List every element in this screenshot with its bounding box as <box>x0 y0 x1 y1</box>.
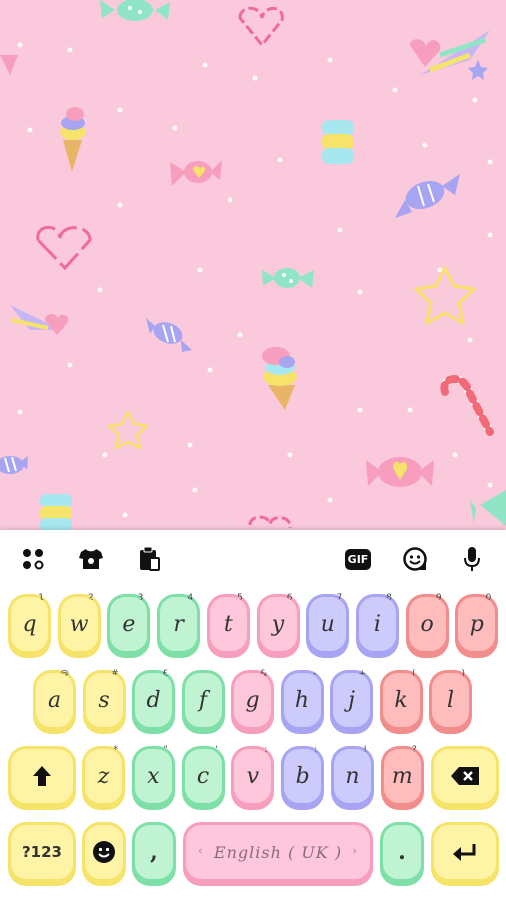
key-label: y <box>259 597 297 651</box>
key-label: m <box>383 749 421 803</box>
key-label: s <box>85 673 123 727</box>
keyboard-theme-preview-background <box>0 0 506 530</box>
key-h[interactable]: -h <box>280 669 324 734</box>
key-label: u <box>309 597 347 651</box>
key-label: b <box>284 749 322 803</box>
key-u[interactable]: 7u <box>306 593 350 658</box>
candy-pattern <box>0 0 506 530</box>
key-s[interactable]: #s <box>82 669 126 734</box>
keyboard-toolbar: GIF <box>0 530 506 586</box>
key-label: k <box>382 673 420 727</box>
emoji-smile-icon <box>93 841 115 863</box>
key-x[interactable]: " x <box>131 745 175 810</box>
key-label: v <box>234 749 272 803</box>
enter-key[interactable] <box>431 822 499 886</box>
candy-wrapper-mint <box>262 268 314 288</box>
candy-wrapper-purple <box>395 174 460 218</box>
marshmallow-2 <box>40 494 72 530</box>
key-label: o <box>408 597 446 651</box>
backspace-key[interactable] <box>431 746 499 810</box>
key-label: j <box>333 673 370 727</box>
key-w[interactable]: 2w <box>57 593 101 658</box>
key-z[interactable]: * z <box>82 745 125 810</box>
shooting-star <box>410 30 490 80</box>
key-d[interactable]: £ d <box>132 669 175 734</box>
candy-wrapper-teal <box>100 0 170 21</box>
gif-icon[interactable]: GIF <box>343 544 373 574</box>
key-label: w <box>60 597 98 651</box>
ice-cream-cone-2 <box>262 347 297 410</box>
key-label: q <box>11 597 48 651</box>
shift-arrow-icon <box>33 766 51 786</box>
candy-wrapper-pink-2 <box>366 457 434 487</box>
shift-key[interactable] <box>8 746 76 810</box>
theme-shirt-icon[interactable] <box>76 544 106 574</box>
key-j[interactable]: +j <box>330 669 373 734</box>
key-n[interactable]: ! n <box>331 745 374 810</box>
key-q[interactable]: 1q <box>8 593 51 658</box>
key-label: t <box>209 597 247 651</box>
space-bar[interactable]: ‹ English ( UK ) › <box>183 822 373 886</box>
key-label: z <box>85 749 122 803</box>
key-o[interactable]: 9o <box>405 593 449 658</box>
clipboard-icon[interactable] <box>134 544 164 574</box>
key-label: g <box>234 673 271 727</box>
key-label: d <box>135 673 172 727</box>
shooting-star-2 <box>10 305 69 335</box>
key-label: r <box>160 597 198 651</box>
key-i[interactable]: 8i <box>355 593 399 658</box>
key-label: h <box>283 673 321 727</box>
key-k[interactable]: (k <box>379 669 423 734</box>
key-label: n <box>334 749 371 803</box>
key-v[interactable]: :v <box>231 745 275 810</box>
key-label: p <box>458 597 496 651</box>
key-y[interactable]: 6y <box>256 593 300 658</box>
key-l[interactable]: ) l <box>429 669 472 734</box>
comma-key[interactable]: , <box>132 822 176 886</box>
key-m[interactable]: ? m <box>380 745 424 810</box>
key-label: l <box>432 673 469 727</box>
key-label: x <box>134 749 172 803</box>
language-prev-arrow: ‹ <box>198 843 204 858</box>
key-label: a <box>36 673 73 727</box>
candy-wrapper-mint-2 <box>470 490 506 526</box>
key-label: e <box>110 597 148 651</box>
key-p[interactable]: 0p <box>455 593 499 658</box>
candy-wrapper-purple-2 <box>146 318 192 352</box>
backspace-icon <box>451 767 479 785</box>
key-a[interactable]: @a <box>33 669 76 734</box>
key-t[interactable]: 5t <box>206 593 250 658</box>
ice-cream-cone-1 <box>60 107 86 172</box>
marshmallow-1 <box>322 120 354 164</box>
language-next-arrow: › <box>352 843 358 858</box>
emoji-sticker-icon[interactable] <box>400 544 430 574</box>
key-r[interactable]: 4r <box>157 593 201 658</box>
space-bar-language-label: English ( UK ) <box>213 842 343 862</box>
candy-wrapper-pink <box>170 160 222 186</box>
keyboard-panel: GIF ?123 , ‹ English ( UK ) › . 1 q 2 w … <box>0 530 506 900</box>
key-b[interactable]: ; b <box>281 745 325 810</box>
key-c[interactable]: ' c <box>181 745 225 810</box>
key-label: c <box>184 749 222 803</box>
candy-wrapper-purple-3 <box>0 456 28 474</box>
apps-icon[interactable] <box>18 544 48 574</box>
microphone-icon[interactable] <box>457 544 487 574</box>
enter-return-icon <box>453 844 476 861</box>
period-key[interactable]: . <box>380 822 424 886</box>
symbols-key[interactable]: ?123 <box>8 822 76 886</box>
key-e[interactable]: 3e <box>107 593 151 658</box>
key-label: i <box>358 597 396 651</box>
candy-cane <box>440 375 494 436</box>
key-f[interactable]: _ f <box>181 669 225 734</box>
key-g[interactable]: & g <box>231 669 274 734</box>
emoji-key[interactable] <box>82 822 126 886</box>
key-label: f <box>184 673 222 727</box>
